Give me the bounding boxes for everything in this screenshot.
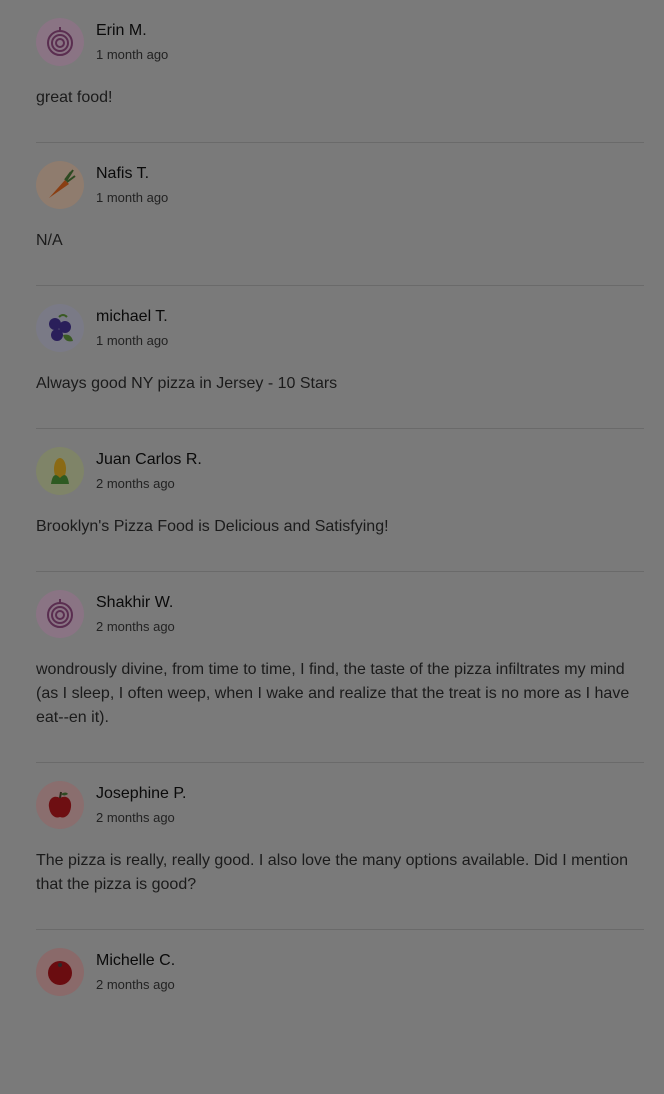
review-timestamp: 2 months ago [96,619,175,634]
review-item: Juan Carlos R. 2 months ago Brooklyn's P… [36,429,644,572]
reviewer-name: Shakhir W. [96,594,174,611]
corn-icon [36,447,84,495]
review-item: Michelle C. 2 months ago [36,930,644,1028]
review-timestamp: 2 months ago [96,476,175,491]
apple-icon [36,781,84,829]
review-timestamp: 1 month ago [96,190,169,205]
onion-icon [36,590,84,638]
review-timestamp: 1 month ago [96,333,169,348]
review-text: N/A [36,232,63,249]
review-text: Always good NY pizza in Jersey - 10 Star… [36,375,338,392]
review-text: great food! [36,89,113,106]
review-timestamp: 1 month ago [96,47,169,62]
review-timestamp: 2 months ago [96,977,175,992]
review-text: Brooklyn's Pizza Food is Delicious and S… [36,518,389,535]
reviewer-name: Juan Carlos R. [96,451,202,468]
reviews-list: Erin M. 1 month ago great food! Nafis T.… [0,0,664,1028]
review-item: michael T. 1 month ago Always good NY pi… [36,286,644,429]
reviewer-name: michael T. [96,308,168,325]
tomato-icon [36,948,84,996]
review-item: Erin M. 1 month ago great food! [36,0,644,143]
carrot-icon [36,161,84,209]
review-text: wondrously divine, from time to time, I … [36,661,630,726]
review-item: Shakhir W. 2 months ago wondrously divin… [36,572,644,763]
review-item: Josephine P. 2 months ago The pizza is r… [36,763,644,930]
reviewer-name: Nafis T. [96,165,150,182]
reviewer-name: Michelle C. [96,952,176,969]
reviewer-name: Erin M. [96,22,147,39]
onion-icon [36,18,84,66]
blueberry-icon [36,304,84,352]
review-text: The pizza is really, really good. I also… [36,852,629,893]
review-timestamp: 2 months ago [96,810,175,825]
review-item: Nafis T. 1 month ago N/A [36,143,644,286]
reviewer-name: Josephine P. [96,785,187,802]
